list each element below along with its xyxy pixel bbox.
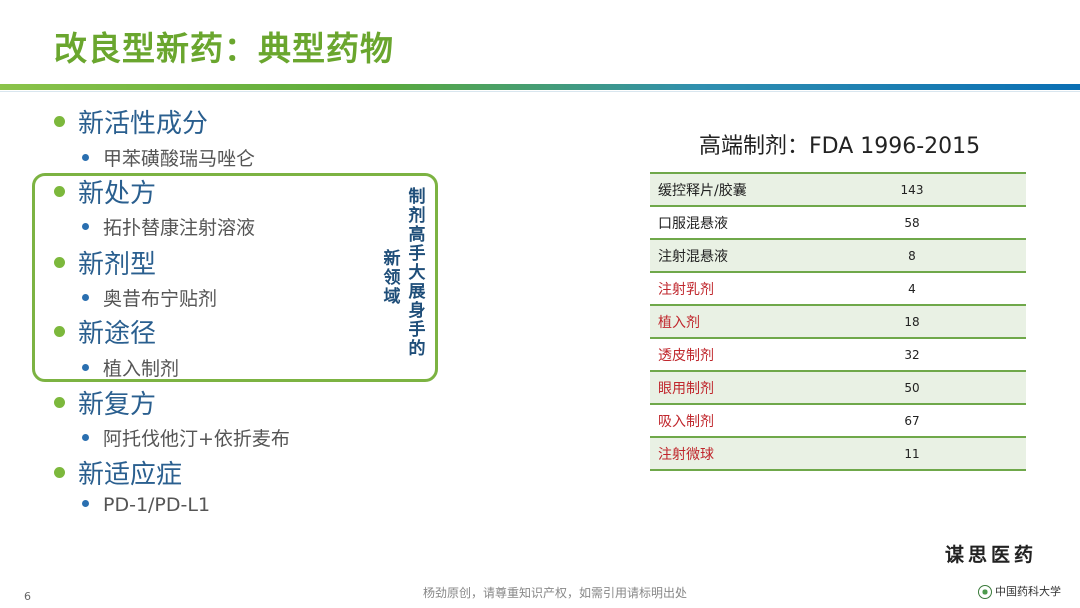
bullet-heading: 新活性成分	[54, 103, 208, 140]
bullet-heading: 新复方	[54, 384, 156, 421]
title-underline	[0, 84, 1080, 90]
row-value: 58	[904, 215, 920, 230]
bullet-dot-icon	[54, 467, 65, 478]
callout-column-left: 新领域	[383, 249, 401, 307]
bullet-sub: 甲苯磺酸瑞马唑仑	[82, 144, 255, 171]
row-label: 吸入制剂	[658, 413, 714, 430]
row-value: 143	[900, 182, 924, 197]
title-underline-thin	[0, 91, 1080, 92]
row-value: 67	[904, 413, 920, 428]
university-mark: 中国药科大学	[978, 583, 1061, 599]
callout-column-right: 制剂高手大展身手的	[408, 187, 426, 359]
university-name: 中国药科大学	[995, 585, 1061, 598]
bullet-sub-text: 甲苯磺酸瑞马唑仑	[103, 148, 256, 170]
table-row: 透皮制剂 32	[650, 339, 1026, 372]
row-value: 32	[904, 347, 920, 362]
sub-bullet-dot-icon	[82, 434, 89, 441]
bullet-sub-text: PD-1/PD-L1	[103, 494, 211, 516]
table-row: 缓控释片/胶囊 143	[650, 174, 1026, 207]
row-label: 注射微球	[658, 446, 714, 463]
bullet-dot-icon	[54, 397, 65, 408]
bullet-heading-text: 新活性成分	[78, 109, 209, 139]
slide-title: 改良型新药：典型药物	[54, 29, 394, 68]
bullet-heading-text: 新适应症	[78, 460, 183, 490]
row-label: 植入剂	[658, 314, 700, 331]
bullet-heading-text: 新复方	[78, 390, 157, 420]
row-value: 18	[904, 314, 920, 329]
row-value: 50	[904, 380, 920, 395]
sub-bullet-dot-icon	[82, 154, 89, 161]
university-logo-icon	[978, 585, 992, 599]
row-label: 注射混悬液	[658, 248, 728, 265]
row-label: 缓控释片/胶囊	[658, 182, 747, 199]
row-value: 11	[904, 446, 920, 461]
bullet-dot-icon	[54, 116, 65, 127]
bullet-sub-text: 阿托伐他汀+依折麦布	[103, 428, 290, 450]
table-row: 注射微球 11	[650, 438, 1026, 471]
row-label: 眼用制剂	[658, 380, 714, 397]
brand-signature: 谋思医药	[945, 544, 1038, 566]
row-label: 注射乳剂	[658, 281, 714, 298]
bullet-heading: 新适应症	[54, 454, 182, 491]
page-number: 6	[24, 590, 31, 603]
sub-bullet-dot-icon	[82, 500, 89, 507]
bullet-sub: PD-1/PD-L1	[82, 494, 210, 516]
highlight-frame	[32, 173, 438, 382]
row-value: 4	[908, 281, 916, 296]
row-label: 透皮制剂	[658, 347, 714, 364]
row-label: 口服混悬液	[658, 215, 728, 232]
table-row: 口服混悬液 58	[650, 207, 1026, 240]
table-row: 注射乳剂 4	[650, 273, 1026, 306]
formulation-table: 缓控释片/胶囊 143 口服混悬液 58 注射混悬液 8 注射乳剂 4 植入剂 18 透皮…	[650, 172, 1026, 471]
row-value: 8	[908, 248, 916, 263]
table-row: 植入剂 18	[650, 306, 1026, 339]
bullet-sub: 阿托伐他汀+依折麦布	[82, 424, 290, 451]
table-row: 注射混悬液 8	[650, 240, 1026, 273]
table-row: 吸入制剂 67	[650, 405, 1026, 438]
table-row: 眼用制剂 50	[650, 372, 1026, 405]
table-title: 高端制剂：FDA 1996-2015	[699, 134, 981, 159]
copyright-footer: 杨劲原创，请尊重知识产权，如需引用请标明出处	[423, 586, 688, 600]
